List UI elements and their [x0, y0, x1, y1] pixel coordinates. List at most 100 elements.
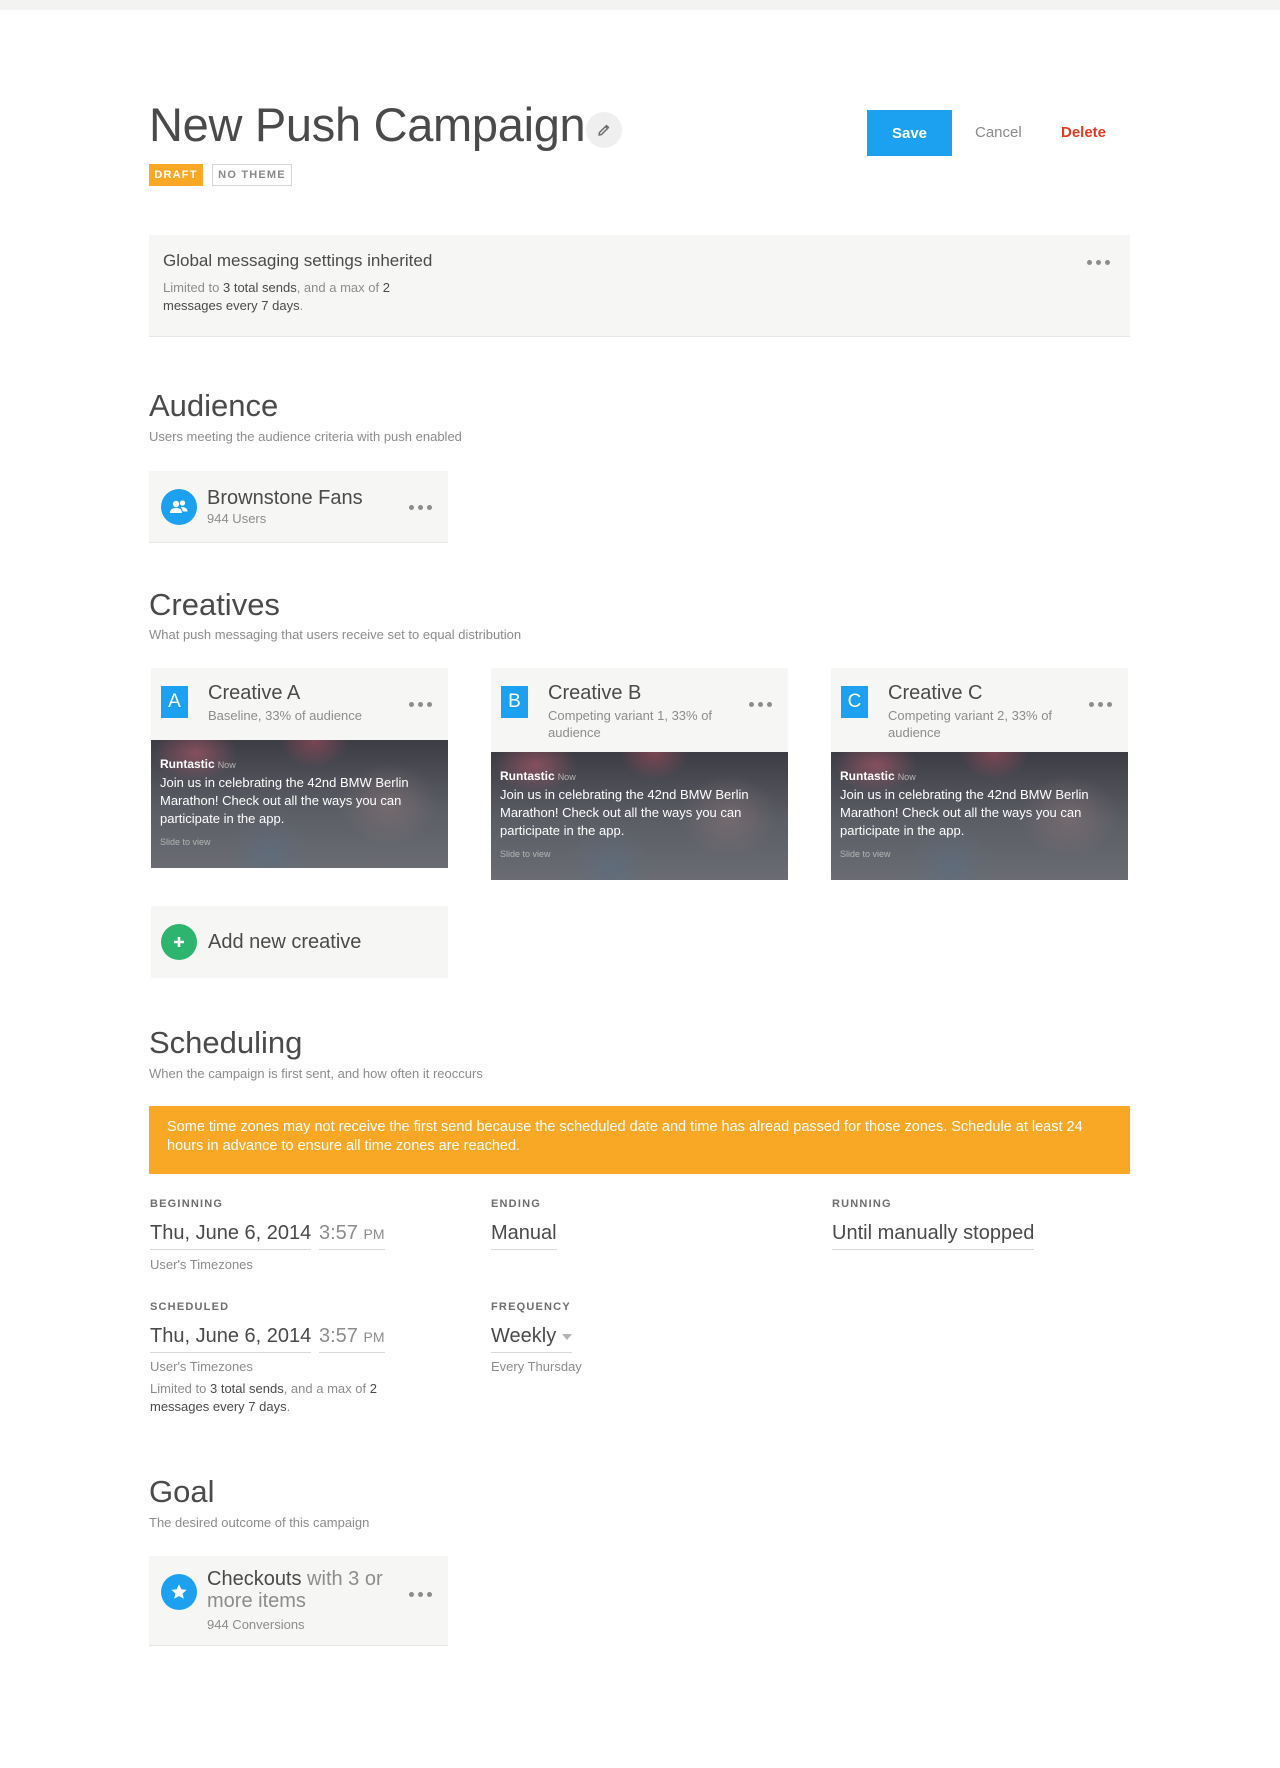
creative-more-icon[interactable]	[409, 702, 432, 707]
limit-prefix: Limited to	[150, 1381, 210, 1396]
push-preview: Runtastic Now Join us in celebrating the …	[491, 752, 788, 880]
creative-card-a[interactable]: A Creative A Baseline, 33% of audience R…	[151, 668, 448, 868]
beginning-time-field[interactable]: 3:57 PM	[319, 1222, 385, 1250]
plus-icon	[161, 924, 197, 960]
creative-letter: C	[841, 686, 868, 718]
beginning-ampm: PM	[363, 1226, 385, 1242]
global-settings-title: Global messaging settings inherited	[163, 251, 433, 270]
preview-slide-text: Slide to view	[840, 849, 891, 859]
audience-title: Audience	[149, 388, 279, 423]
limit-period: messages every 7 days	[150, 1399, 287, 1414]
ending-field[interactable]: Manual	[491, 1222, 557, 1250]
creatives-title: Creatives	[149, 587, 280, 622]
creative-name: Creative B	[548, 682, 642, 704]
add-creative-button[interactable]: Add new creative	[151, 906, 448, 978]
preview-app: Runtastic Now	[160, 757, 236, 771]
goal-more-icon[interactable]	[409, 1592, 432, 1597]
limit-mid: , and a max of	[296, 280, 383, 295]
frequency-label: FREQUENCY	[491, 1301, 571, 1313]
goal-title: Goal	[149, 1474, 215, 1509]
page-title: New Push Campaign	[149, 98, 586, 151]
creative-card-b[interactable]: B Creative B Competing variant 1, 33% of…	[491, 668, 788, 880]
scheduled-time: 3:57	[319, 1325, 358, 1347]
timezone-warning: Some time zones may not receive the firs…	[149, 1106, 1130, 1174]
creative-card-c[interactable]: C Creative C Competing variant 2, 33% of…	[831, 668, 1128, 880]
add-creative-label: Add new creative	[208, 931, 362, 953]
push-preview: Runtastic Now Join us in celebrating the …	[151, 740, 448, 868]
beginning-label: BEGINNING	[150, 1198, 224, 1210]
save-button[interactable]: Save	[867, 110, 952, 156]
preview-message: Join us in celebrating the 42nd BMW Berl…	[840, 787, 1089, 838]
caret-down-icon	[562, 1333, 573, 1340]
audience-more-icon[interactable]	[409, 505, 432, 510]
pencil-icon	[598, 124, 610, 136]
running-label: RUNNING	[832, 1198, 892, 1210]
frequency-value: Weekly	[491, 1325, 557, 1347]
preview-time: Now	[897, 772, 916, 782]
preview-time: Now	[557, 772, 576, 782]
limit-end: .	[299, 298, 304, 313]
limit-mid: , and a max of	[283, 1381, 370, 1396]
preview-time: Now	[217, 760, 236, 770]
limit-max: 2	[369, 1381, 377, 1396]
preview-slide-text: Slide to view	[500, 849, 551, 859]
frequency-note: Every Thursday	[491, 1359, 582, 1374]
creative-name: Creative C	[888, 682, 983, 704]
global-settings-more-icon[interactable]	[1087, 260, 1110, 265]
scheduled-time-field[interactable]: 3:57 PM	[319, 1325, 385, 1353]
creative-description: Competing variant 1, 33% of audience	[548, 708, 713, 740]
audience-segment-count: 944 Users	[207, 511, 267, 526]
delete-button[interactable]: Delete	[1061, 124, 1106, 141]
preview-app-name: Runtastic	[500, 769, 555, 783]
limit-end: .	[286, 1399, 291, 1414]
global-settings-description: Limited to 3 total sends, and a max of 2…	[163, 279, 433, 315]
theme-badge: NO THEME	[212, 164, 292, 186]
beginning-timezone-note: User's Timezones	[150, 1257, 253, 1272]
audience-segment-name: Brownstone Fans	[207, 487, 363, 509]
creatives-subtitle: What push messaging that users receive s…	[149, 627, 522, 642]
creative-letter: A	[161, 686, 188, 718]
scheduling-title: Scheduling	[149, 1025, 303, 1060]
users-icon	[161, 489, 197, 525]
preview-app-name: Runtastic	[840, 769, 895, 783]
limit-max: 2	[382, 280, 390, 295]
status-badge: DRAFT	[149, 164, 203, 186]
creative-description: Baseline, 33% of audience	[208, 708, 362, 723]
creative-more-icon[interactable]	[749, 702, 772, 707]
limit-sends: 3 total sends	[209, 1381, 284, 1396]
scheduled-label: SCHEDULED	[150, 1301, 230, 1313]
scheduled-timezone-note: User's Timezones	[150, 1359, 253, 1374]
creative-name: Creative A	[208, 682, 301, 704]
goal-card[interactable]: Checkouts with 3 or more items 944 Conve…	[149, 1556, 448, 1646]
ending-label: ENDING	[491, 1198, 541, 1210]
preview-app-name: Runtastic	[160, 757, 215, 771]
preview-message: Join us in celebrating the 42nd BMW Berl…	[500, 787, 749, 838]
global-settings-panel: Global messaging settings inherited Limi…	[149, 235, 1130, 337]
scheduled-date-field[interactable]: Thu, June 6, 2014	[150, 1325, 312, 1353]
creative-more-icon[interactable]	[1089, 702, 1112, 707]
goal-count: 944 Conversions	[207, 1617, 305, 1632]
goal-subtitle: The desired outcome of this campaign	[149, 1515, 370, 1530]
limit-prefix: Limited to	[163, 280, 223, 295]
beginning-date-field[interactable]: Thu, June 6, 2014	[150, 1222, 312, 1250]
cancel-button[interactable]: Cancel	[975, 124, 1022, 141]
beginning-time: 3:57	[319, 1222, 358, 1244]
frequency-select[interactable]: Weekly	[491, 1325, 573, 1353]
scheduling-subtitle: When the campaign is first sent, and how…	[149, 1066, 483, 1081]
preview-app: Runtastic Now	[500, 769, 576, 783]
running-field[interactable]: Until manually stopped	[832, 1222, 1035, 1250]
creative-letter: B	[501, 686, 528, 718]
star-icon	[161, 1574, 197, 1610]
goal-name: Checkouts with 3 or more items	[207, 1568, 397, 1612]
limit-sends: 3 total sends	[222, 280, 297, 295]
preview-slide-text: Slide to view	[160, 837, 211, 847]
goal-event: Checkouts	[207, 1568, 302, 1590]
preview-message: Join us in celebrating the 42nd BMW Berl…	[160, 775, 409, 826]
audience-subtitle: Users meeting the audience criteria with…	[149, 429, 462, 444]
edit-title-button[interactable]	[586, 112, 622, 148]
scheduled-limit-note: Limited to 3 total sends, and a max of 2…	[150, 1380, 420, 1416]
creative-description: Competing variant 2, 33% of audience	[888, 708, 1053, 740]
preview-app: Runtastic Now	[840, 769, 916, 783]
scheduled-ampm: PM	[363, 1329, 385, 1345]
audience-segment-card[interactable]: Brownstone Fans 944 Users	[149, 471, 448, 543]
